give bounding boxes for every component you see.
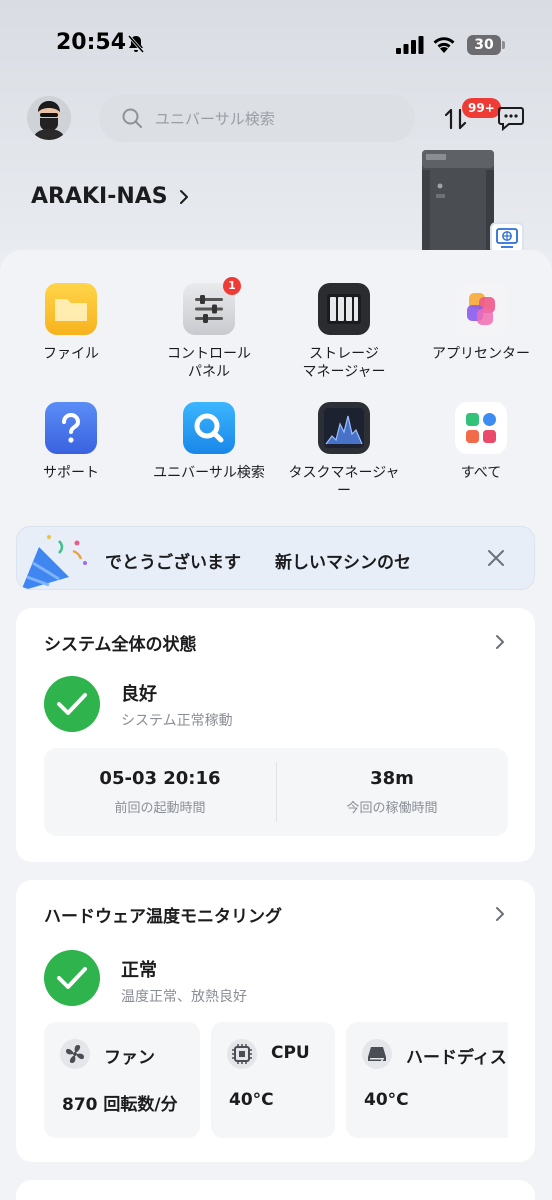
party-popper-icon (21, 535, 87, 589)
card-title: システム全体の状態 (44, 635, 197, 655)
storage-drives-icon (318, 283, 370, 335)
banner-text-1: でとうございます (105, 553, 241, 573)
battery-cap (502, 41, 505, 49)
app-label: アプリセンター (432, 346, 530, 362)
magnifier-app-icon (183, 402, 235, 454)
hardware-temperature-card[interactable]: ハードウェア温度モニタリング 正常 温度正常、放熱良好 ファン 870 回転数/… (16, 880, 535, 1162)
check-icon (44, 676, 100, 732)
welcome-banner[interactable]: でとうございます 新しいマシンのセ (16, 526, 535, 590)
device-name: ARAKI-NAS (31, 184, 168, 209)
cellular-signal-icon (396, 36, 424, 54)
close-icon[interactable] (485, 547, 507, 569)
transfer-badge: 99+ (462, 98, 501, 118)
sensor-name: CPU (271, 1043, 310, 1063)
uptime-value: 38m (370, 768, 414, 789)
sensor-value: 40°C (364, 1090, 409, 1110)
main-panel: ファイル 1 コントロール パネル ストレージ マネージャー アプリセンター サ… (0, 250, 552, 1200)
boot-stats: 05-03 20:16 前回の起動時間 38m 今回の稼働時間 (44, 748, 508, 836)
fan-icon (60, 1039, 90, 1069)
last-boot-label: 前回の起動時間 (114, 801, 206, 816)
hard-disk-icon (362, 1039, 392, 1069)
app-label: サポート (43, 465, 99, 481)
card-title: ハードウェア温度モニタリング (44, 907, 282, 927)
app-grid: ファイル 1 コントロール パネル ストレージ マネージャー アプリセンター サ… (0, 250, 552, 520)
device-selector[interactable]: ARAKI-NAS (31, 184, 190, 209)
app-universal-search[interactable]: ユニバーサル検索 (140, 402, 278, 482)
app-control-panel[interactable]: 1 コントロール パネル (140, 277, 278, 381)
check-icon (44, 950, 100, 1006)
search-icon (122, 108, 142, 128)
status-subtitle: システム正常稼動 (121, 713, 233, 729)
sensor-value: 870 回転数/分 (62, 1095, 178, 1115)
app-label: ストレージ マネージャー (302, 346, 386, 380)
uptime-stat: 38m 今回の稼働時間 (276, 748, 508, 836)
sensor-cpu[interactable]: CPU 40°C (211, 1022, 335, 1138)
activity-graph-icon (318, 402, 370, 454)
app-center-icon (455, 283, 507, 335)
notification-badge: 1 (223, 277, 241, 295)
app-label: すべて (460, 465, 502, 481)
chevron-right-icon (496, 907, 504, 921)
sliders-icon: 1 (183, 277, 241, 335)
status-subtitle: 温度正常、放熱良好 (121, 989, 247, 1005)
hardware-sensor-list[interactable]: ファン 870 回転数/分 CPU 40°C ハードディス 40°C (44, 1022, 508, 1138)
app-files[interactable]: ファイル (2, 283, 140, 363)
app-label: ファイル (43, 346, 99, 362)
wifi-icon (433, 37, 455, 53)
status-title: 良好 (121, 684, 157, 705)
avatar[interactable] (27, 96, 71, 140)
sensor-value: 40°C (229, 1090, 274, 1110)
app-label: コントロール パネル (167, 346, 251, 380)
status-bar: 20:54 30 (0, 0, 552, 90)
last-boot-stat: 05-03 20:16 前回の起動時間 (44, 748, 276, 836)
app-label: ユニバーサル検索 (153, 465, 265, 481)
search-input[interactable]: ユニバーサル検索 (99, 94, 415, 142)
app-task-manager[interactable]: タスクマネージャ ー (275, 402, 413, 500)
uptime-label: 今回の稼働時間 (346, 801, 438, 816)
app-storage-manager[interactable]: ストレージ マネージャー (275, 283, 413, 381)
app-all[interactable]: すべて (412, 402, 550, 482)
system-status-card[interactable]: システム全体の状態 良好 システム正常稼動 05-03 20:16 前回の起動時… (16, 608, 535, 862)
bell-off-icon (127, 35, 145, 53)
grid-apps-icon (455, 402, 507, 454)
app-support[interactable]: サポート (2, 402, 140, 482)
next-card[interactable] (16, 1180, 535, 1200)
sensor-name: ハードディスク (406, 1048, 508, 1068)
cpu-chip-icon (227, 1039, 257, 1069)
monitor-globe-icon (496, 228, 518, 248)
battery-level: 30 (467, 35, 501, 55)
sensor-hard-disk[interactable]: ハードディスク 40°C (346, 1022, 508, 1138)
message-icon[interactable] (497, 105, 525, 131)
battery-indicator: 30 (467, 35, 505, 55)
app-app-center[interactable]: アプリセンター (412, 283, 550, 363)
app-label: タスクマネージャ ー (288, 465, 400, 499)
folder-icon (45, 283, 97, 335)
chevron-right-icon (179, 189, 188, 204)
question-icon (45, 402, 97, 454)
avatar-image (27, 96, 71, 140)
last-boot-value: 05-03 20:16 (99, 768, 221, 789)
search-placeholder: ユニバーサル検索 (155, 109, 275, 128)
status-title: 正常 (121, 960, 157, 981)
banner-text-2: 新しいマシンのセ (275, 553, 411, 573)
sensor-fan[interactable]: ファン 870 回転数/分 (44, 1022, 200, 1138)
status-time: 20:54 (56, 30, 127, 55)
chevron-right-icon (496, 635, 504, 649)
sensor-name: ファン (104, 1048, 155, 1068)
